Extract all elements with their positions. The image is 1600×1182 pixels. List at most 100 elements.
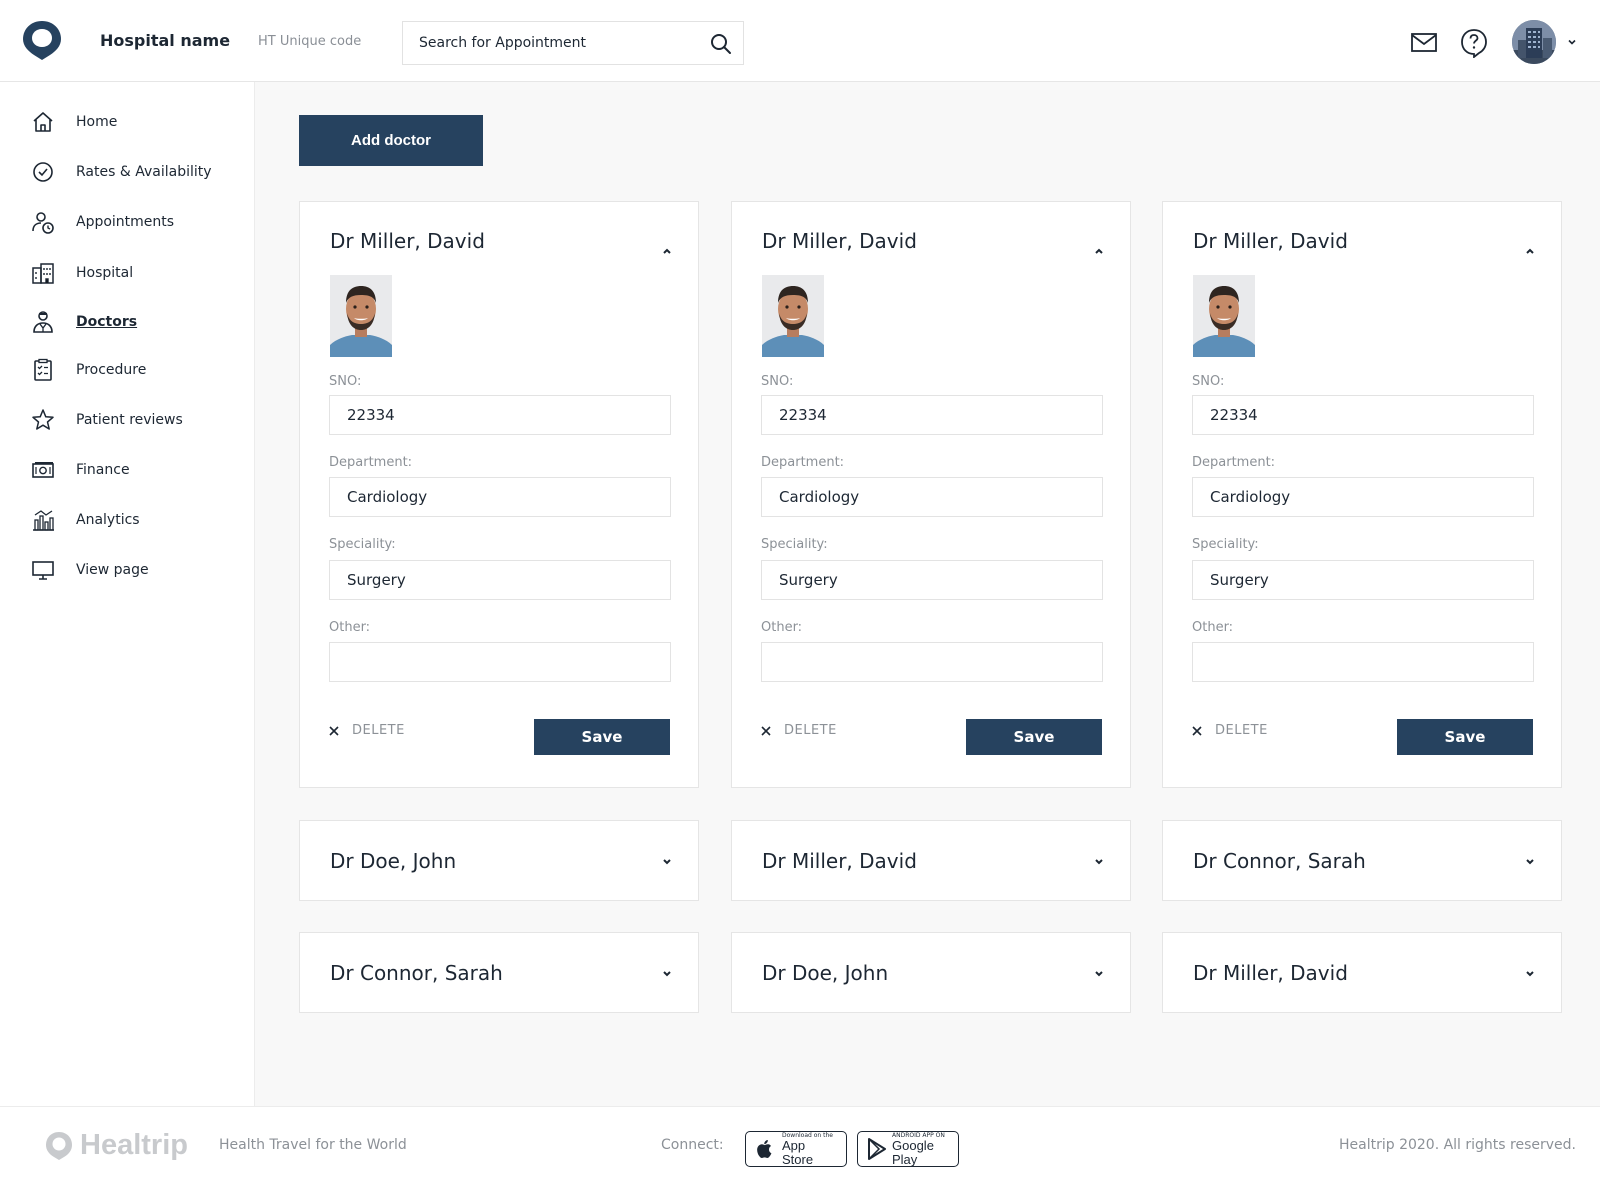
chevron-down-icon[interactable]: [660, 855, 674, 869]
delete-button[interactable]: DELETE: [760, 723, 837, 738]
doctor-card-expanded: Dr Miller, David SNO: 22334 Department: …: [1162, 201, 1562, 788]
department-field[interactable]: Cardiology: [761, 477, 1103, 517]
sno-field[interactable]: 22334: [761, 395, 1103, 435]
speciality-field[interactable]: Surgery: [1192, 560, 1534, 600]
clipboard-icon: [34, 358, 52, 381]
speciality-field[interactable]: Surgery: [761, 560, 1103, 600]
doctor-card-collapsed[interactable]: Dr Doe, John: [731, 932, 1131, 1013]
sidebar-item-view-page[interactable]: View page: [30, 555, 250, 585]
app-store-badge[interactable]: Download on the App Store: [745, 1131, 847, 1167]
doctor-name: Dr Miller, David: [330, 229, 485, 253]
doctor-card-collapsed[interactable]: Dr Connor, Sarah: [1162, 820, 1562, 901]
chevron-up-icon[interactable]: [660, 244, 674, 258]
doctor-name: Dr Miller, David: [1193, 961, 1348, 985]
user-clock-icon: [32, 212, 54, 234]
mail-icon[interactable]: [1410, 30, 1438, 54]
user-avatar[interactable]: [1512, 20, 1556, 64]
other-label: Other:: [1192, 620, 1234, 635]
footer-logo[interactable]: Healtrip: [44, 1129, 188, 1162]
other-field[interactable]: [329, 642, 671, 682]
sidebar-item-rates-availability[interactable]: Rates & Availability: [30, 157, 250, 187]
copyright-text: Healtrip 2020. All rights reserved.: [1338, 1137, 1576, 1153]
chevron-down-icon[interactable]: [1092, 855, 1106, 869]
doctor-card-expanded: Dr Miller, David SNO: 22334 Department: …: [299, 201, 699, 788]
doctor-card-collapsed[interactable]: Dr Doe, John: [299, 820, 699, 901]
doctor-name: Dr Miller, David: [1193, 229, 1348, 253]
footer-brand: Healtrip: [80, 1129, 188, 1161]
delete-button[interactable]: DELETE: [1191, 723, 1268, 738]
department-field[interactable]: Cardiology: [1192, 477, 1534, 517]
close-icon: [329, 725, 339, 736]
chevron-down-icon[interactable]: [1092, 967, 1106, 981]
sidebar-item-label: Analytics: [76, 512, 140, 528]
other-field[interactable]: [761, 642, 1103, 682]
google-play-icon: [868, 1138, 886, 1160]
doctor-icon: [33, 311, 53, 333]
search-input[interactable]: Search for Appointment: [402, 21, 744, 65]
chevron-up-icon[interactable]: [1092, 244, 1106, 258]
building-icon: [32, 263, 54, 284]
other-label: Other:: [329, 620, 371, 635]
delete-label: DELETE: [784, 723, 837, 738]
hospital-logo-icon[interactable]: [20, 18, 64, 62]
unique-code-label: HT Unique code: [258, 34, 362, 49]
sidebar-item-label: Finance: [76, 462, 130, 478]
sidebar-item-procedure[interactable]: Procedure: [30, 355, 250, 385]
doctor-card-expanded: Dr Miller, David SNO: 22334 Department: …: [731, 201, 1131, 788]
search-icon[interactable]: [709, 32, 733, 56]
doctor-name: Dr Miller, David: [762, 849, 917, 873]
close-icon: [761, 725, 771, 736]
sno-label: SNO:: [761, 374, 794, 389]
google-play-big-text: Google Play: [892, 1137, 934, 1167]
doctor-name: Dr Doe, John: [762, 961, 889, 985]
sno-field[interactable]: 22334: [329, 395, 671, 435]
doctor-photo: [330, 275, 392, 357]
sno-field[interactable]: 22334: [1192, 395, 1534, 435]
sidebar-item-hospital[interactable]: Hospital: [30, 258, 250, 288]
search-placeholder: Search for Appointment: [419, 35, 587, 51]
doctor-name: Dr Connor, Sarah: [330, 961, 503, 985]
chevron-down-icon[interactable]: [1523, 967, 1537, 981]
delete-label: DELETE: [352, 723, 405, 738]
sidebar-item-label: View page: [76, 562, 149, 578]
sidebar: Home Rates & Availability Appointments H…: [0, 82, 255, 1106]
doctor-photo: [1193, 275, 1255, 357]
chevron-down-icon[interactable]: [660, 967, 674, 981]
save-button[interactable]: Save: [1397, 719, 1533, 755]
save-button[interactable]: Save: [534, 719, 670, 755]
doctor-card-collapsed[interactable]: Dr Miller, David: [1162, 932, 1562, 1013]
sidebar-item-home[interactable]: Home: [30, 107, 250, 137]
speciality-label: Speciality:: [329, 537, 396, 552]
sidebar-item-doctors[interactable]: Doctors: [30, 307, 250, 337]
google-play-badge[interactable]: ANDROID APP ON Google Play: [857, 1131, 959, 1167]
delete-button[interactable]: DELETE: [328, 723, 405, 738]
check-circle-icon: [33, 162, 53, 182]
connect-label: Connect:: [661, 1137, 724, 1153]
doctor-name: Dr Miller, David: [762, 229, 917, 253]
chart-icon: [33, 510, 54, 531]
sidebar-item-appointments[interactable]: Appointments: [30, 207, 250, 237]
sidebar-item-analytics[interactable]: Analytics: [30, 505, 250, 535]
doctor-card-collapsed[interactable]: Dr Connor, Sarah: [299, 932, 699, 1013]
other-field[interactable]: [1192, 642, 1534, 682]
top-header: Hospital name HT Unique code Search for …: [0, 0, 1600, 82]
chevron-down-icon[interactable]: [1523, 855, 1537, 869]
chevron-up-icon[interactable]: [1523, 244, 1537, 258]
speciality-field[interactable]: Surgery: [329, 560, 671, 600]
department-label: Department:: [1192, 455, 1276, 470]
sidebar-item-label: Patient reviews: [76, 412, 183, 428]
healtrip-logo-icon: [46, 1131, 72, 1160]
sidebar-item-label: Doctors: [76, 314, 138, 330]
sidebar-item-patient-reviews[interactable]: Patient reviews: [30, 405, 250, 435]
department-field[interactable]: Cardiology: [329, 477, 671, 517]
speciality-label: Speciality:: [761, 537, 828, 552]
chevron-down-icon[interactable]: [1566, 36, 1578, 48]
add-doctor-button[interactable]: Add doctor: [299, 115, 483, 166]
delete-label: DELETE: [1215, 723, 1268, 738]
sidebar-item-finance[interactable]: Finance: [30, 455, 250, 485]
help-icon[interactable]: [1460, 28, 1488, 58]
apple-icon: [757, 1140, 772, 1159]
department-label: Department:: [329, 455, 413, 470]
doctor-card-collapsed[interactable]: Dr Miller, David: [731, 820, 1131, 901]
save-button[interactable]: Save: [966, 719, 1102, 755]
